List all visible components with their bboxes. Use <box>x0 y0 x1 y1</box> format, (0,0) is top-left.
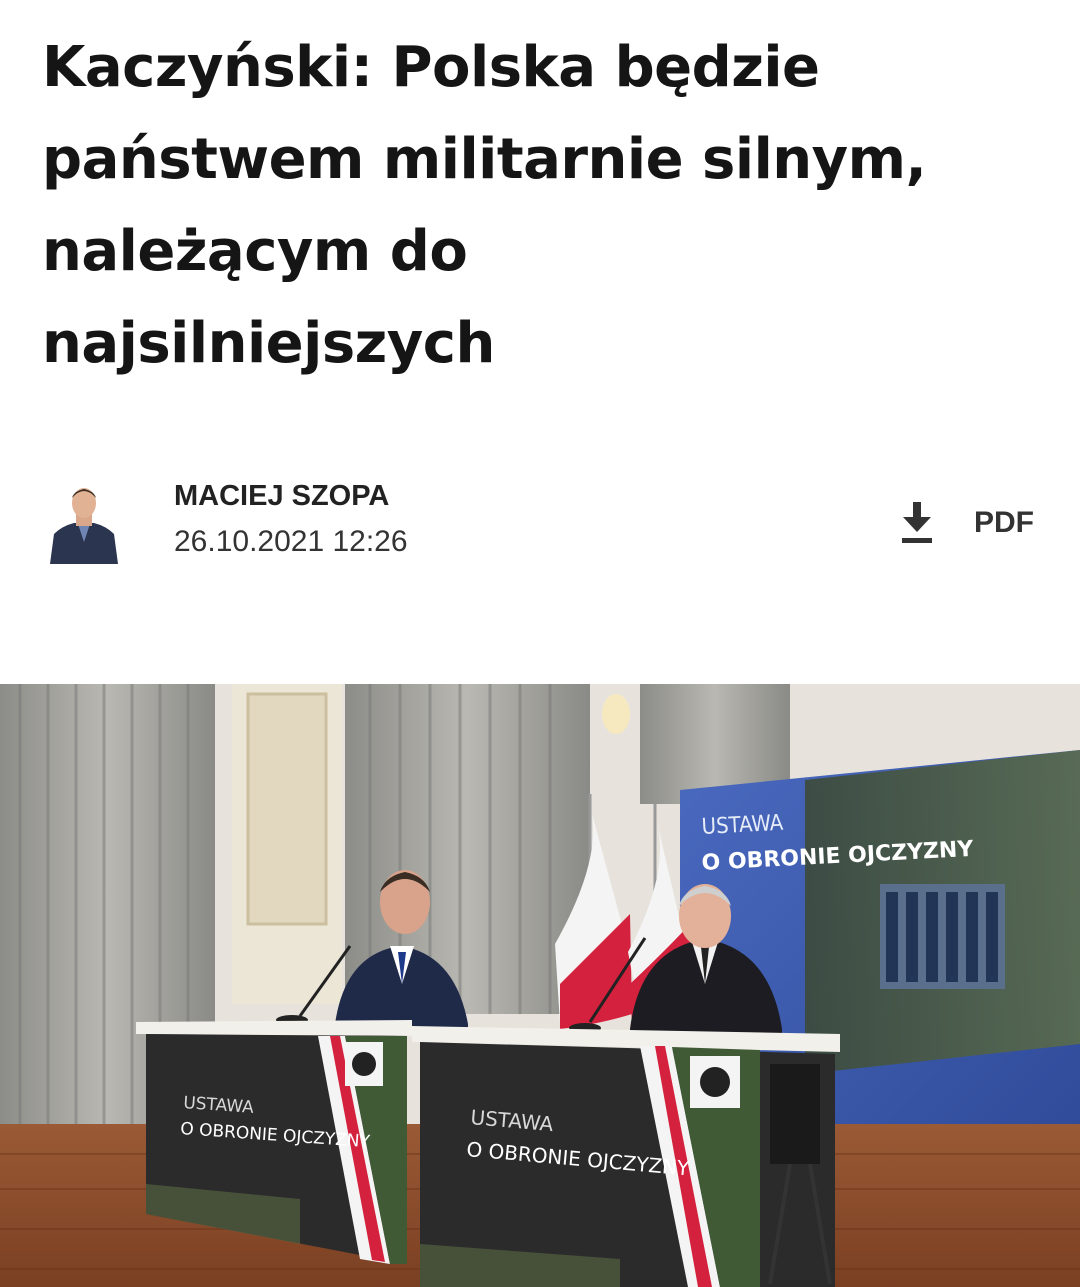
title-line: Kaczyński: Polska będzie <box>42 35 820 100</box>
article-photo[interactable]: USTAWA O OBRONIE OJCZYZNY USTAWA O OBRON… <box>0 684 1080 1287</box>
title-line: należącym do <box>42 219 468 284</box>
title-line: państwem militarnie silnym, <box>42 127 927 192</box>
download-icon <box>900 500 934 546</box>
publish-date: 26.10.2021 12:26 <box>174 525 408 558</box>
pdf-label: PDF <box>974 506 1034 539</box>
title-line: najsilniejszych <box>42 311 495 376</box>
article-byline: MACIEJ SZOPA 26.10.2021 12:26 PDF <box>48 480 1050 572</box>
author-portrait <box>48 482 120 564</box>
author-name[interactable]: MACIEJ SZOPA <box>174 480 389 513</box>
pdf-download-button[interactable]: PDF <box>900 498 1050 548</box>
screen-label-ustawa: USTAWA <box>701 811 784 840</box>
author-avatar[interactable] <box>48 482 120 564</box>
article-title: Kaczyński: Polska będzie państwem milita… <box>42 22 1042 390</box>
